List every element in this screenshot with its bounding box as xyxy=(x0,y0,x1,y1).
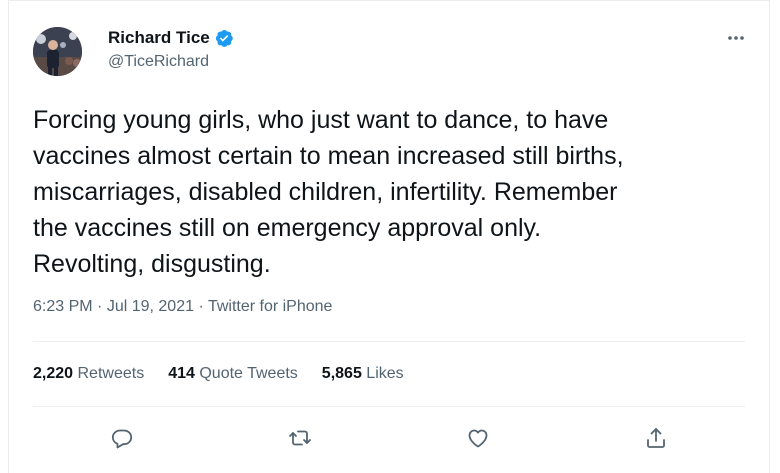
like-button[interactable] xyxy=(461,421,495,455)
retweets-label: Retweets xyxy=(77,365,145,382)
author-block: Richard Tice @TiceRichard xyxy=(108,26,234,71)
meta-separator: · xyxy=(92,298,107,315)
display-name[interactable]: Richard Tice xyxy=(108,28,210,48)
more-icon xyxy=(728,36,744,40)
user-handle[interactable]: @TiceRichard xyxy=(108,53,234,71)
likes-stat[interactable]: 5,865 Likes xyxy=(322,365,404,383)
tweet-time[interactable]: 6:23 PM xyxy=(33,298,93,315)
share-button[interactable] xyxy=(639,421,673,455)
quote-tweets-stat[interactable]: 414 Quote Tweets xyxy=(168,365,298,383)
name-row: Richard Tice xyxy=(108,26,234,50)
meta-separator: · xyxy=(194,298,208,315)
quote-tweets-count: 414 xyxy=(168,365,195,382)
likes-count: 5,865 xyxy=(321,365,362,382)
more-options-button[interactable] xyxy=(725,27,747,49)
engagement-stats: 2,220 Retweets 414 Quote Tweets 5,865 Li… xyxy=(33,365,428,383)
quote-tweets-label: Quote Tweets xyxy=(199,365,298,382)
tweet-text: Forcing young girls, who just want to da… xyxy=(33,106,624,278)
avatar-image xyxy=(33,27,82,76)
reply-button[interactable] xyxy=(105,421,139,455)
share-icon xyxy=(647,428,665,448)
action-bar xyxy=(33,421,745,455)
avatar[interactable] xyxy=(33,27,82,76)
tweet-card: Richard Tice @TiceRichard Forcing young … xyxy=(8,0,770,473)
tweet-date[interactable]: Jul 19, 2021 xyxy=(107,298,194,315)
verified-badge-icon xyxy=(214,28,234,48)
divider xyxy=(33,341,745,342)
retweet-icon xyxy=(289,430,311,446)
reply-icon xyxy=(111,429,133,449)
heart-icon xyxy=(468,429,488,448)
likes-label: Likes xyxy=(366,365,404,382)
retweets-stat[interactable]: 2,220 Retweets xyxy=(33,365,144,383)
tweet-source[interactable]: Twitter for iPhone xyxy=(208,298,333,315)
retweets-count: 2,220 xyxy=(33,365,74,382)
tweet-meta: 6:23 PM · Jul 19, 2021 · Twitter for iPh… xyxy=(33,298,332,316)
divider xyxy=(33,406,745,407)
retweet-button[interactable] xyxy=(283,421,317,455)
